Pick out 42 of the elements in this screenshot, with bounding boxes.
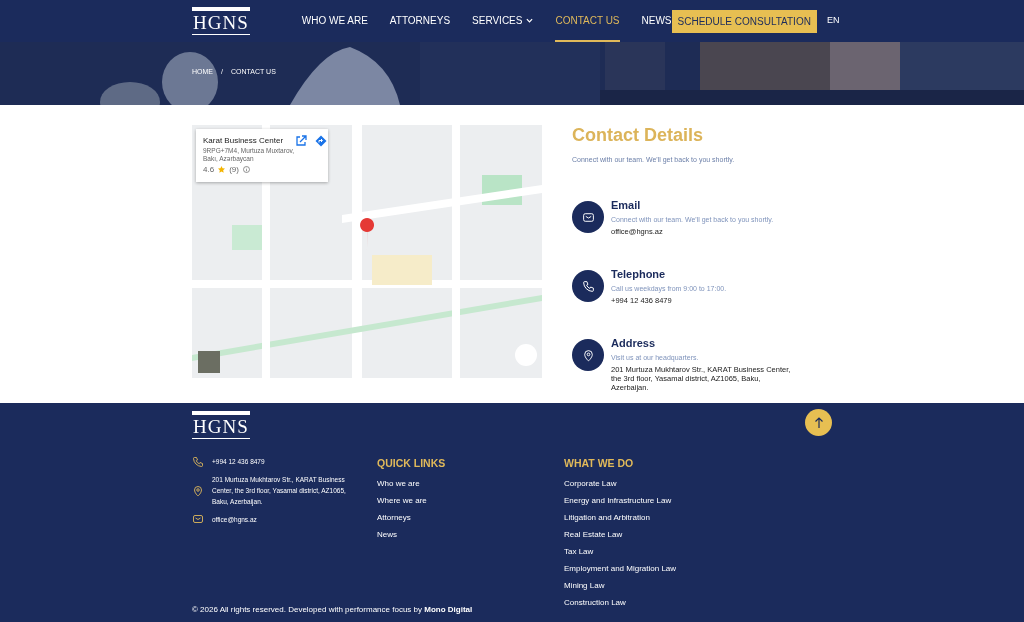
contact-title: Address [611,336,657,352]
footer-logo[interactable]: HGNS [192,411,250,439]
location-icon [581,348,595,362]
footer-link[interactable]: Employment and Migration Law [564,562,764,575]
nav-link[interactable]: WHO WE ARE [301,0,368,42]
footer-link[interactable]: Mining Law [564,579,764,592]
contact-title: Telephone [611,267,667,283]
footer-heading: QUICK LINKS [377,456,447,471]
email-icon [581,210,595,224]
footer-link[interactable]: Real Estate Law [564,528,764,541]
open-external-icon[interactable] [295,135,307,147]
footer-link[interactable]: Attorneys [377,511,564,524]
email-icon [192,513,204,526]
arrow-up-icon [813,416,824,429]
star-icon [218,166,226,174]
footer-link[interactable]: Tax Law [564,545,764,558]
phone-icon [581,279,595,293]
footer-link[interactable]: Where we are [377,494,564,507]
phone-icon [192,456,204,468]
schedule-consultation-button[interactable]: SCHEDULE CONSULTATION [671,9,817,33]
nav-link[interactable]: NEWS [641,0,672,42]
language-selector[interactable]: EN [826,14,840,28]
footer-heading: WHAT WE DO [564,456,635,471]
footer-link[interactable]: Litigation and Arbitration [564,511,764,524]
info-icon[interactable] [242,166,250,174]
footer-link[interactable]: Energy and Infrastructure Law [564,494,764,507]
section-title: Contact Details [572,125,705,147]
footer-link[interactable]: Who we are [377,477,564,490]
review-count[interactable]: (9) [229,163,239,176]
logo[interactable]: HGNS [192,7,250,35]
footer-link[interactable]: Corporate Law [564,477,764,490]
place-title: Karat Business Center [203,135,285,147]
footer-link[interactable]: Construction Law [564,596,764,609]
location-icon [192,484,204,497]
rating: 4.6 [203,163,215,176]
nav-link[interactable]: ATTORNEYS [389,0,451,42]
footer-link[interactable]: News [377,528,564,541]
scroll-to-top-button[interactable] [805,409,832,436]
copyright-text: © 2026 All rights reserved. Developed with performance focus by Mono Digital [192,604,473,616]
directions-icon[interactable] [315,135,327,147]
contact-title: Email [611,198,642,214]
nav-link[interactable]: SERVICES [472,0,534,42]
